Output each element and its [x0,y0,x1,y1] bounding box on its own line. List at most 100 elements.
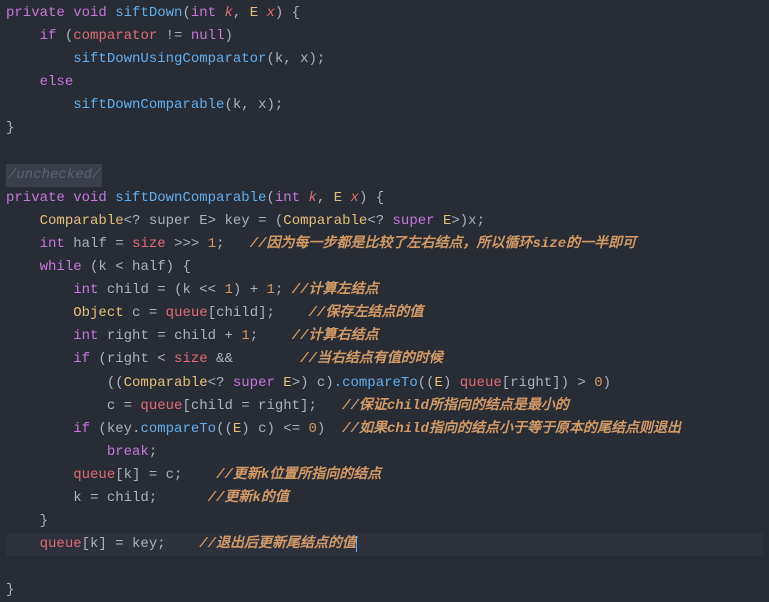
type-Comparable: Comparable [40,213,124,229]
brace-close: } [6,120,14,136]
type-Comparable: Comparable [283,213,367,229]
param-k: k [224,5,232,21]
code-line: /unchecked/ [6,167,102,183]
num-0: 0 [309,421,317,437]
var-x: x [468,213,476,229]
arg-x: x [258,97,266,113]
code-line: Comparable<? super E> key = (Comparable<… [6,213,485,229]
call-compareTo: .compareTo [334,375,418,391]
type-E: E [334,190,342,206]
code-line: private void siftDownComparable(int k, E… [6,190,384,206]
code-line: siftDownComparable(k, x); [6,97,283,113]
method-siftDownComparable: siftDownComparable [115,190,266,206]
keyword-private: private [6,5,65,21]
code-line: Object c = queue[child]; //保存左结点的值 [6,305,423,321]
type-int: int [40,236,65,252]
var-key: key [224,213,249,229]
code-line: if (right < size && //当右结点有值的时候 [6,351,443,367]
var-queue: queue [40,536,82,552]
num-1b: 1 [267,282,275,298]
arg-k: k [233,97,241,113]
op-eq: = [258,213,266,229]
keyword-super: super [393,213,435,229]
arg-k: k [275,51,283,67]
code-line: if (comparator != null) [6,28,233,44]
keyword-if: if [73,421,90,437]
comment-right-has-value: //当右结点有值的时候 [300,351,443,367]
param-x: x [267,5,275,21]
comment-ensure-min: //保证child所指向的结点是最小的 [342,398,569,414]
keyword-null: null [191,28,225,44]
var-half: half [73,236,107,252]
comment-left-child: //计算左结点 [292,282,379,298]
code-block: private void siftDown(int k, E x) { if (… [6,2,763,602]
op-eq: = [157,328,165,344]
var-child-ref: child [174,328,216,344]
brace-close: } [40,513,48,529]
keyword-if: if [73,351,90,367]
keyword-if: if [40,28,57,44]
annotation-unchecked: /unchecked/ [6,164,102,187]
type-int: int [73,328,98,344]
code-line: break; [6,444,157,460]
arg-x: x [300,51,308,67]
code-line: int half = size >>> 1; //因为每一步都是比较了左右结点，… [6,236,636,252]
var-queue: queue [460,375,502,391]
comment-break-cond: //如果child指向的结点小于等于原本的尾结点则退出 [342,421,681,437]
code-line: } [6,120,14,136]
type-int: int [191,5,216,21]
call-siftDownComparable: siftDownComparable [73,97,224,113]
op-neq: != [166,28,183,44]
call-compareTo: compareTo [140,421,216,437]
type-E: E [435,375,443,391]
type-Object: Object [73,305,123,321]
code-line: int right = child + 1; //计算右结点 [6,328,379,344]
index-child: [child] [208,305,267,321]
comment-update-tail: //退出后更新尾结点的值 [199,536,356,552]
num-1: 1 [224,282,232,298]
keyword-void: void [73,190,107,206]
code-line: private void siftDown(int k, E x) { [6,5,300,21]
code-line: k = child; //更新k的值 [6,490,289,506]
comment-right-child: //计算右结点 [292,328,379,344]
var-queue: queue [140,398,182,414]
keyword-break: break [107,444,149,460]
op-eq: = [149,305,157,321]
keyword-super: super [233,375,275,391]
keyword-void: void [73,5,107,21]
code-line: while (k < half) { [6,259,191,275]
type-E: E [443,213,451,229]
num-0: 0 [594,375,602,391]
text-cursor [356,536,365,552]
op-eq: = [115,236,123,252]
comment-update-k: //更新k的值 [208,490,289,506]
var-right: right [107,328,149,344]
keyword-else: else [40,74,74,90]
comment-half: //因为每一步都是比较了左右结点，所以循环size的一半即可 [250,236,636,252]
keyword-private: private [6,190,65,206]
code-line: ((Comparable<? super E>) c).compareTo((E… [6,375,611,391]
comment-save-left: //保存左结点的值 [309,305,424,321]
brace-close: } [6,582,14,598]
code-line: queue[k] = c; //更新k位置所指向的结点 [6,467,381,483]
code-line: siftDownUsingComparator(k, x); [6,51,325,67]
param-k: k [309,190,317,206]
var-child: child [107,282,149,298]
param-x: x [351,190,359,206]
code-line-highlighted: queue[k] = key; //退出后更新尾结点的值 [6,533,763,556]
type-E: E [250,5,258,21]
num-1: 1 [241,328,249,344]
var-queue: queue [73,467,115,483]
while-cond: (k < half) { [90,259,191,275]
type-int: int [275,190,300,206]
var-c: c [132,305,140,321]
code-line: } [6,513,48,529]
op-shr: >>> [174,236,199,252]
type-Comparable: Comparable [124,375,208,391]
type-int: int [73,282,98,298]
var-size: size [132,236,166,252]
type-E: E [283,375,291,391]
code-line: } [6,582,14,598]
comment-update-k-pos: //更新k位置所指向的结点 [216,467,381,483]
type-E: E [233,421,241,437]
